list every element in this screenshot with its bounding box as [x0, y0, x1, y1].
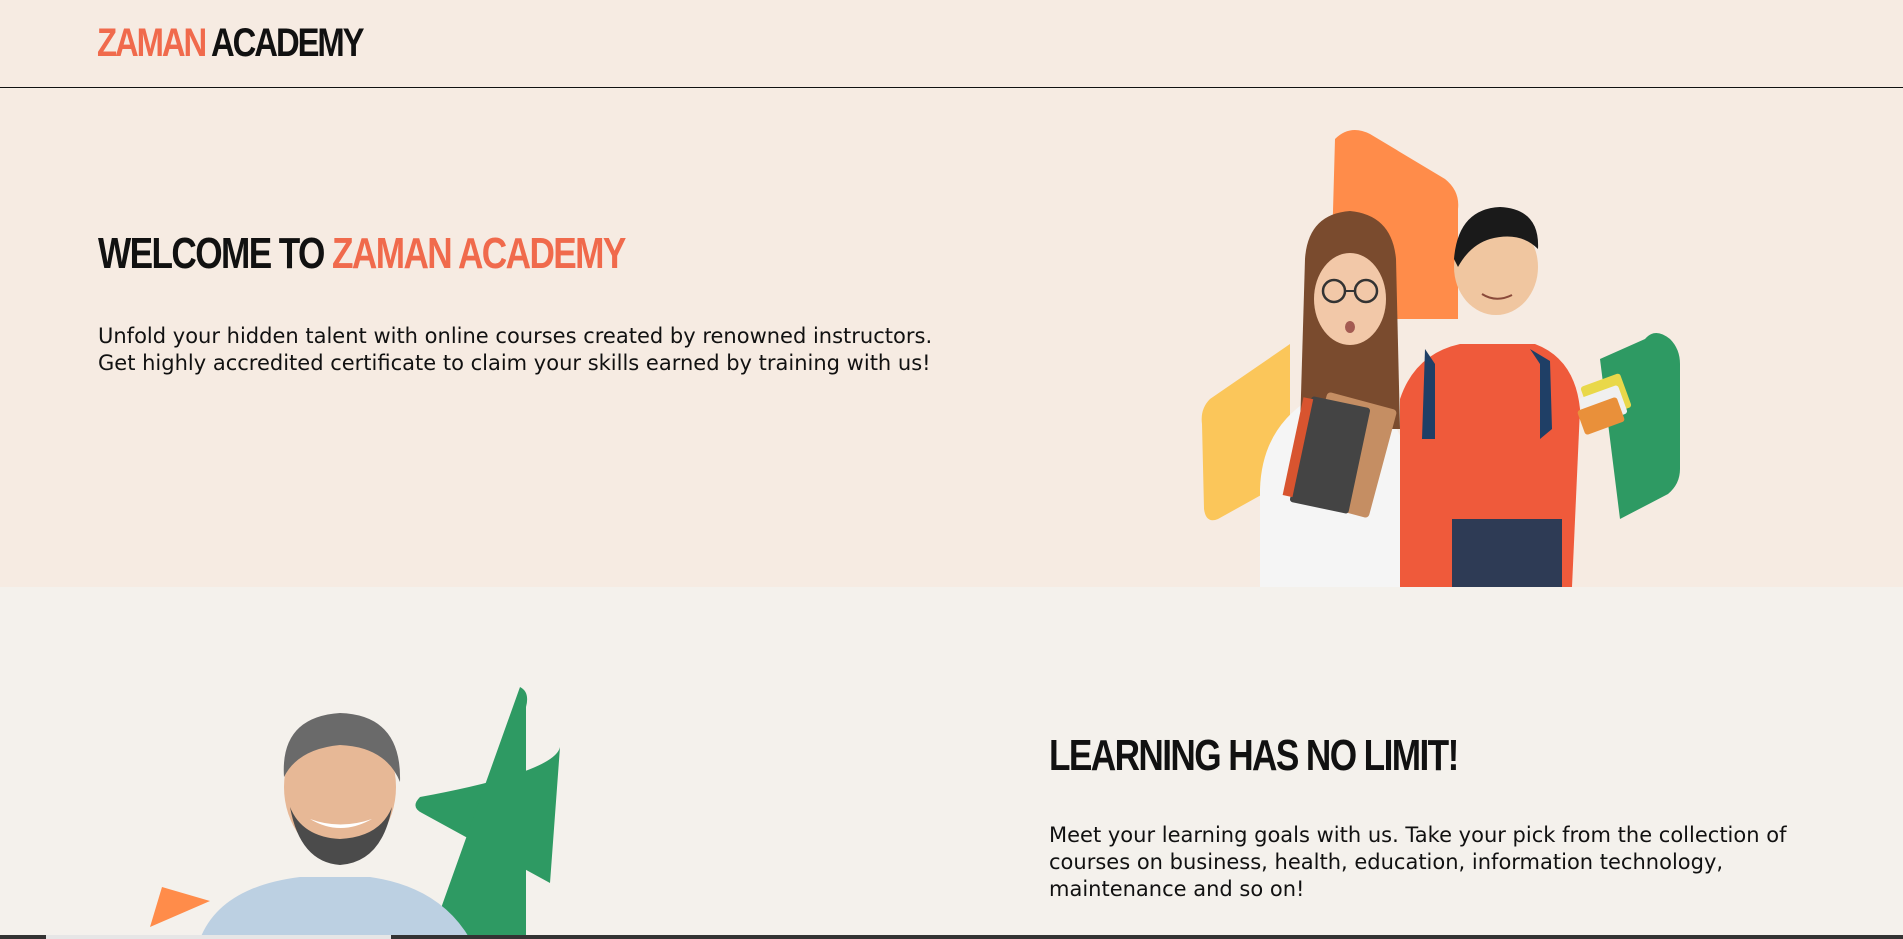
- hero-title: WELCOME TO ZAMAN ACADEMY: [98, 229, 626, 279]
- hero-title-accent: ZAMAN ACADEMY: [332, 229, 626, 278]
- green-shape: [1600, 333, 1680, 519]
- scrollbar-thumb[interactable]: [46, 935, 391, 939]
- brand-logo-academy: ACADEMY: [211, 21, 365, 65]
- hero-description: Unfold your hidden talent with online co…: [98, 324, 933, 375]
- learning-section: LEARNING HAS NO LIMIT! Meet your learnin…: [0, 587, 1903, 939]
- orange-triangle-shape: [150, 887, 210, 927]
- section-title: LEARNING HAS NO LIMIT!: [1049, 731, 1459, 780]
- brand-logo-zaman: ZAMAN: [97, 21, 207, 65]
- brand-logo[interactable]: ZAMAN ACADEMY: [97, 18, 365, 68]
- section-description: Meet your learning goals with us. Take y…: [1049, 823, 1787, 901]
- students-illustration: [1201, 130, 1680, 587]
- instructor-illustration: [150, 687, 560, 939]
- hero-section: WELCOME TO ZAMAN ACADEMY Unfold your hid…: [0, 89, 1903, 587]
- hero-title-prefix: WELCOME TO: [98, 229, 325, 278]
- site-header: ZAMAN ACADEMY: [0, 0, 1903, 88]
- instructor-figure: [200, 713, 470, 939]
